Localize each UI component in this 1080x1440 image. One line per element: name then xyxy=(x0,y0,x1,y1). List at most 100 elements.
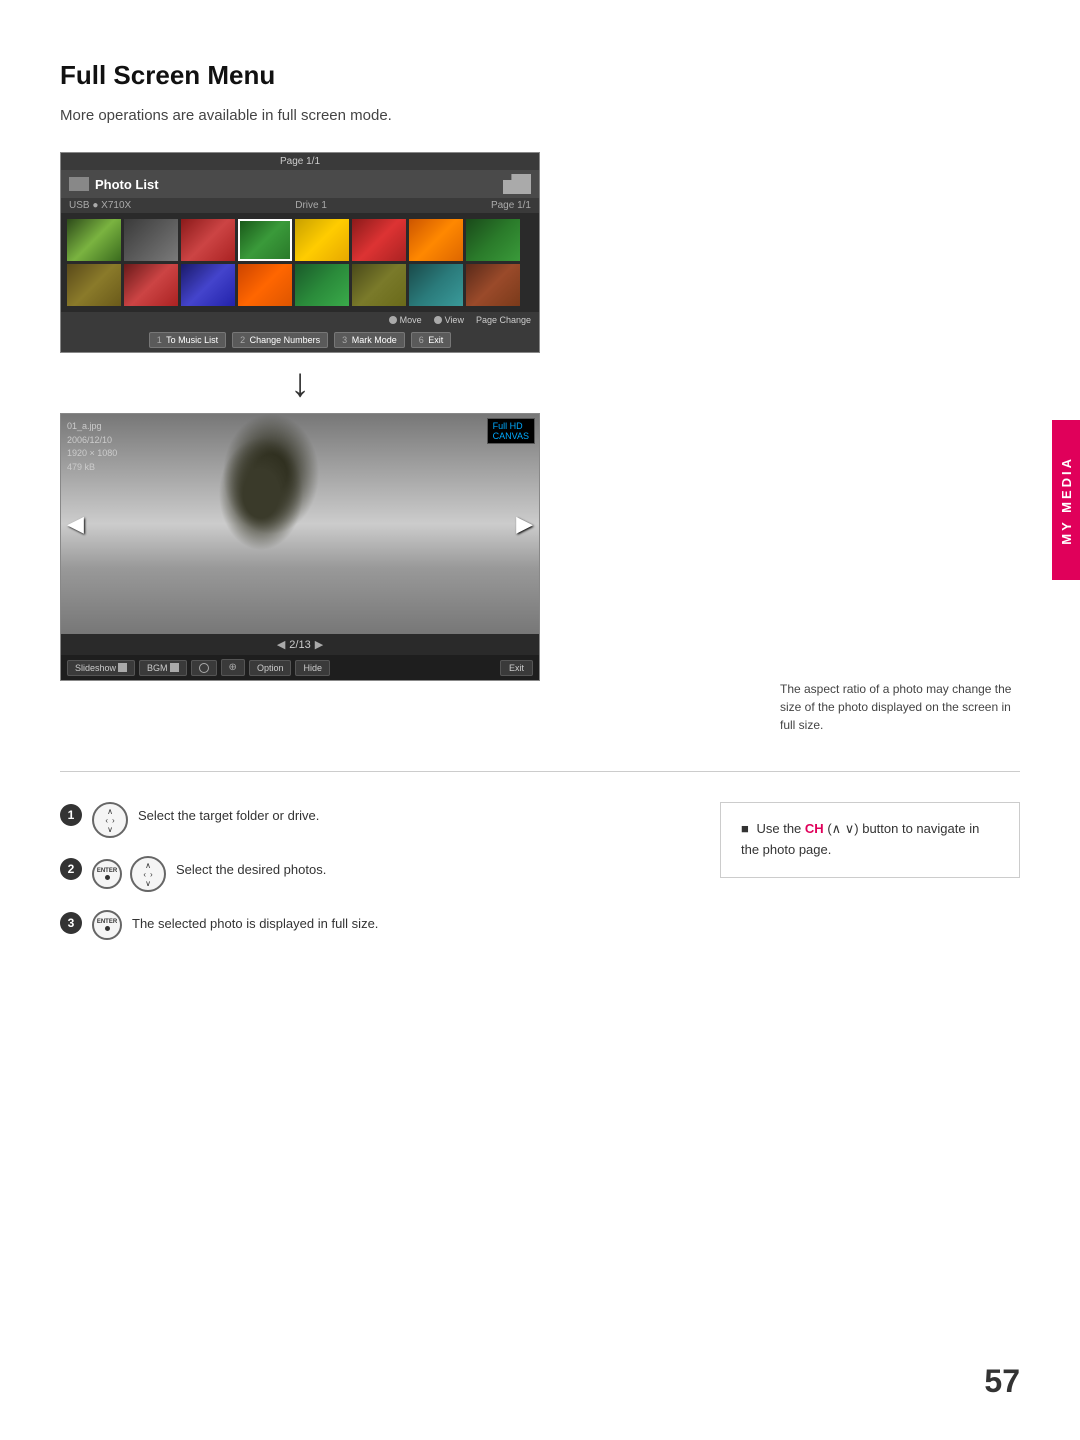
enter-dot xyxy=(105,875,110,880)
btn-num-6: 6 xyxy=(419,335,424,345)
note-bullet: ■ xyxy=(741,821,749,836)
photo-thumb[interactable] xyxy=(67,264,121,306)
page-container: MY MEDIA Full Screen Menu More operation… xyxy=(0,0,1080,1440)
photo-thumb[interactable] xyxy=(238,264,292,306)
photo-thumb[interactable] xyxy=(238,219,292,261)
nav-page-change: Page Change xyxy=(476,315,531,325)
nav-right-icon-2: › xyxy=(150,870,153,879)
btn-num-1: 1 xyxy=(157,335,162,345)
btn-change-numbers[interactable]: 2 Change Numbers xyxy=(232,332,328,348)
badge-text: Full HD xyxy=(493,421,523,431)
btn-exit-fullscreen[interactable]: Exit xyxy=(500,660,533,676)
photo-thumb[interactable] xyxy=(352,264,406,306)
step1-buttons: ∧ ‹ › ∨ xyxy=(92,802,128,838)
nav-right-icon: › xyxy=(112,816,115,825)
bgm-sq-icon xyxy=(170,663,179,672)
photo-thumb[interactable] xyxy=(124,219,178,261)
btn-option[interactable]: Option xyxy=(249,660,292,676)
btn-exit-top[interactable]: 6 Exit xyxy=(411,332,452,348)
page-prev-icon[interactable]: ◀ xyxy=(277,638,285,651)
right-note-text: Use the xyxy=(756,821,804,836)
photo-thumb[interactable] xyxy=(352,219,406,261)
screen-nav-bar: Move View Page Change xyxy=(61,312,539,328)
side-tab-label: MY MEDIA xyxy=(1059,456,1074,545)
side-note-text: The aspect ratio of a photo may change t… xyxy=(780,682,1011,732)
fullscreen-mockup: 01_a.jpg 2006/12/10 1920 × 1080 479 kB F… xyxy=(60,413,540,681)
page-subtitle: More operations are available in full sc… xyxy=(60,107,960,124)
page-nav: ◀ 2/13 ▶ xyxy=(69,638,531,651)
step-number-1: 1 xyxy=(60,804,82,826)
file-date: 2006/12/10 xyxy=(67,434,117,448)
step-number-3: 3 xyxy=(60,912,82,934)
instruction-item-1: 1 ∧ ‹ › ∨ Select the target xyxy=(60,802,680,838)
btn-music-list[interactable]: 1 To Music List xyxy=(149,332,226,348)
btn-num-2: 2 xyxy=(240,335,245,345)
screen-sub-bar: USB ● X710X Drive 1 Page 1/1 xyxy=(61,198,539,213)
enter-btn-2: ENTER xyxy=(92,910,122,940)
nav-dot xyxy=(389,316,397,324)
btn-exit-fs-label: Exit xyxy=(509,663,524,673)
step1-text: Select the target folder or drive. xyxy=(138,802,319,826)
nav-left-icon-2: ‹ xyxy=(143,870,146,879)
fullscreen-info: 01_a.jpg 2006/12/10 1920 × 1080 479 kB xyxy=(67,420,117,474)
page-display: 2/13 xyxy=(289,639,310,651)
step3-buttons: ENTER xyxy=(92,910,122,940)
step-1-label: 1 xyxy=(68,808,75,822)
page-next-icon[interactable]: ▶ xyxy=(315,638,323,651)
photo-thumb[interactable] xyxy=(295,219,349,261)
instruction-item-2: 2 ENTER ∧ ‹ › ∨ xyxy=(60,856,680,892)
nav-up-icon-2: ∧ xyxy=(145,861,151,870)
photo-thumb[interactable] xyxy=(181,219,235,261)
prev-arrow-icon[interactable]: ◀ xyxy=(67,511,84,537)
photo-thumb[interactable] xyxy=(181,264,235,306)
main-content: Full Screen Menu More operations are ava… xyxy=(0,0,1020,741)
section-divider xyxy=(60,771,1020,772)
instructions-left: 1 ∧ ‹ › ∨ Select the target xyxy=(60,802,680,958)
btn-mark-mode[interactable]: 3 Mark Mode xyxy=(334,332,405,348)
screen-header-row: Photo List xyxy=(61,170,539,198)
nav-move: Move xyxy=(389,315,422,325)
file-size: 479 kB xyxy=(67,461,117,475)
step-3-label: 3 xyxy=(68,916,75,930)
drive-label: Drive 1 xyxy=(295,200,327,211)
btn-hide[interactable]: Hide xyxy=(295,660,330,676)
file-resolution: 1920 × 1080 xyxy=(67,447,117,461)
side-tab: MY MEDIA xyxy=(1052,420,1080,580)
next-arrow-icon[interactable]: ▶ xyxy=(516,511,533,537)
btn-change-numbers-label: Change Numbers xyxy=(250,335,321,345)
nav-view: View xyxy=(434,315,464,325)
photo-thumb[interactable] xyxy=(124,264,178,306)
nav-up-icon: ∧ xyxy=(107,807,113,816)
page-label-top: Page 1/1 xyxy=(280,156,320,167)
down-arrow-container: ↓ xyxy=(60,353,540,413)
btn-slideshow[interactable]: Slideshow xyxy=(67,660,135,676)
nav-remote-btn-1: ∧ ‹ › ∨ xyxy=(92,802,128,838)
nav-dot2 xyxy=(434,316,442,324)
slideshow-sq-icon xyxy=(118,663,127,672)
photo-thumb[interactable] xyxy=(466,219,520,261)
usb-label: USB ● X710X xyxy=(69,200,131,211)
btn-slideshow-label: Slideshow xyxy=(75,663,116,673)
folder-icon xyxy=(503,174,531,194)
nav-left-icon: ‹ xyxy=(105,816,108,825)
btn-zoom[interactable]: ⊕ xyxy=(221,659,245,676)
photo-thumb[interactable] xyxy=(409,264,463,306)
step2-buttons: ENTER ∧ ‹ › ∨ xyxy=(92,856,166,892)
page-number: 57 xyxy=(984,1363,1020,1400)
down-arrow-icon: ↓ xyxy=(290,363,310,403)
photo-grid xyxy=(61,213,539,312)
step-number-2: 2 xyxy=(60,858,82,880)
btn-hide-label: Hide xyxy=(303,663,322,673)
photo-thumb[interactable] xyxy=(409,219,463,261)
photo-list-screen: Page 1/1 Photo List USB ● X710X Drive 1 … xyxy=(60,152,540,353)
photo-thumb[interactable] xyxy=(295,264,349,306)
photo-thumb[interactable] xyxy=(466,264,520,306)
photo-thumb[interactable] xyxy=(67,219,121,261)
btn-bgm[interactable]: BGM xyxy=(139,660,187,676)
page-title: Full Screen Menu xyxy=(60,60,960,91)
page-info: Page 1/1 xyxy=(491,200,531,211)
btn-music-list-label: To Music List xyxy=(166,335,218,345)
step3-text: The selected photo is displayed in full … xyxy=(132,910,378,934)
btn-repeat[interactable] xyxy=(191,660,217,676)
step-2-label: 2 xyxy=(68,862,75,876)
